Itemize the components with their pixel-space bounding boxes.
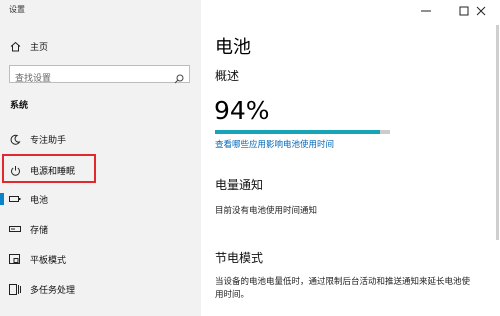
battery-saver-heading: 节电模式 (215, 251, 264, 265)
sidebar-item-storage[interactable]: 存储 (0, 214, 201, 244)
home-icon (9, 40, 21, 52)
battery-saver-description: 当设备的电池电量低时，通过限制后台活动和推送通知来延长电池使用时间。 (215, 277, 471, 300)
sidebar-item-label: 专注助手 (30, 135, 67, 146)
sidebar-item-label: 多任务处理 (30, 285, 76, 296)
sidebar-item-multitasking[interactable]: 多任务处理 (0, 274, 201, 304)
section-title: 系统 (10, 101, 29, 111)
search-input[interactable] (10, 71, 165, 87)
sidebar-item-battery[interactable]: 电池 (0, 184, 201, 214)
sidebar-item-home[interactable]: 主页 (0, 31, 201, 61)
scrollbar-thumb[interactable] (496, 25, 499, 240)
minimize-button[interactable] (407, 0, 445, 20)
close-button[interactable] (462, 0, 500, 20)
scrollbar[interactable] (495, 20, 500, 316)
search-icon[interactable] (174, 69, 184, 84)
app-title: 设置 (9, 5, 25, 14)
battery-level-fill (215, 130, 380, 134)
overview-heading: 概述 (215, 69, 240, 83)
sidebar-item-label: 主页 (30, 42, 49, 53)
storage-icon (9, 223, 21, 235)
battery-level-bar (215, 130, 390, 134)
battery-icon (9, 193, 21, 205)
sidebar-item-label: 电池 (30, 195, 49, 206)
multitasking-icon (9, 283, 21, 295)
highlight-box (2, 154, 96, 183)
battery-percentage: 94% (214, 96, 270, 125)
main-panel: 电池 概述 94% 查看哪些应用影响电池使用时间 电量通知 目前没有电池使用时间… (201, 0, 500, 316)
moon-icon (9, 133, 21, 145)
app-usage-link[interactable]: 查看哪些应用影响电池使用时间 (215, 138, 334, 150)
settings-window: 设置 主页 系统 专注助手 电源和睡眠 (0, 0, 500, 316)
sidebar: 设置 主页 系统 专注助手 电源和睡眠 (0, 0, 201, 316)
notifications-heading: 电量通知 (215, 178, 264, 192)
sidebar-item-focus-assist[interactable]: 专注助手 (0, 124, 201, 154)
minimize-icon (421, 1, 431, 20)
tablet-mode-icon (9, 253, 21, 265)
sidebar-item-label: 存储 (30, 225, 49, 236)
notifications-text: 目前没有电池使用时间通知 (215, 206, 318, 216)
sidebar-item-tablet-mode[interactable]: 平板模式 (0, 244, 201, 274)
search-box[interactable] (9, 65, 190, 87)
sidebar-item-label: 平板模式 (30, 255, 67, 266)
close-icon (476, 1, 486, 20)
page-title: 电池 (215, 37, 251, 58)
